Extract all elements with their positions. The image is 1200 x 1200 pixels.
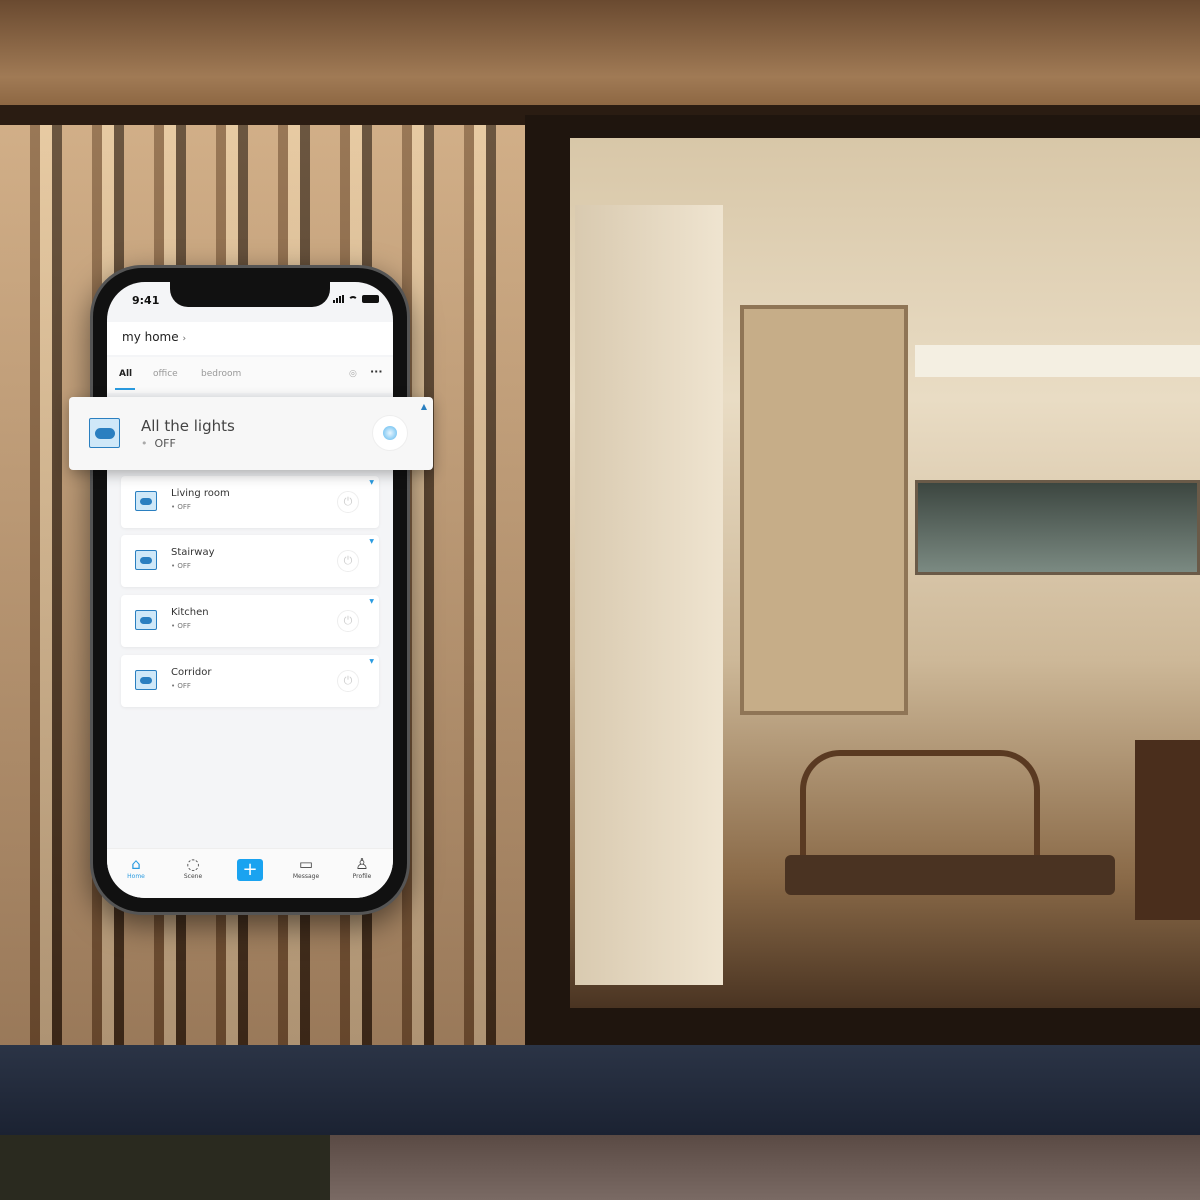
group-status-text: OFF	[154, 437, 176, 450]
power-button[interactable]	[372, 415, 408, 451]
add-device-button[interactable]: +	[237, 859, 263, 881]
power-button[interactable]: ⏻	[337, 670, 359, 692]
group-name: All the lights	[141, 417, 235, 435]
wifi-signal-icon: ▼	[369, 479, 374, 486]
more-icon[interactable]: ···	[370, 365, 383, 378]
interior-window	[915, 480, 1200, 575]
device-status: • OFF	[171, 682, 191, 690]
bench	[785, 855, 1115, 895]
grass	[0, 1135, 330, 1200]
ceiling-light	[915, 345, 1200, 377]
nav-profile[interactable]: ♙ Profile	[337, 855, 387, 880]
device-card-stairway[interactable]: ▼ Stairway • OFF ⏻	[121, 535, 379, 587]
bottom-nav: ⌂ Home ◌ Scene + ▭ Message ♙ Profile	[107, 848, 393, 898]
cabinet	[1135, 740, 1200, 920]
switch-icon	[135, 491, 157, 511]
switch-icon	[135, 670, 157, 690]
interior-wall	[575, 205, 723, 985]
device-status-text: OFF	[177, 622, 191, 630]
deck	[0, 1045, 1200, 1135]
painting	[740, 305, 908, 715]
home-icon: ⌂	[131, 855, 141, 873]
device-status-text: OFF	[177, 503, 191, 511]
ceiling	[0, 0, 1200, 110]
room-tabs: All office bedroom ◎ ···	[107, 357, 393, 393]
message-icon: ▭	[298, 855, 314, 873]
signal-icon	[333, 295, 344, 303]
signal-icon: ▲	[420, 402, 427, 411]
device-name: Living room	[171, 488, 230, 499]
device-status: • OFF	[171, 622, 191, 630]
home-title[interactable]: my home ›	[122, 330, 186, 344]
status-icons	[333, 295, 379, 303]
nav-label: Home	[127, 873, 145, 880]
all-lights-card[interactable]: ▲ All the lights • OFF	[69, 397, 433, 470]
device-name: Stairway	[171, 547, 215, 558]
nav-message[interactable]: ▭ Message	[281, 855, 331, 880]
group-status: • OFF	[141, 437, 176, 450]
tab-all[interactable]: All	[119, 369, 132, 379]
wifi-signal-icon: ▼	[369, 658, 374, 665]
chevron-right-icon: ›	[182, 334, 187, 344]
battery-icon	[362, 295, 379, 303]
status-time: 9:41	[132, 294, 160, 307]
device-name: Kitchen	[171, 607, 209, 618]
switch-icon	[135, 610, 157, 630]
device-status-text: OFF	[177, 682, 191, 690]
active-tab-indicator	[115, 388, 135, 390]
nav-home[interactable]: ⌂ Home	[111, 855, 161, 880]
device-status-text: OFF	[177, 562, 191, 570]
device-name: Corridor	[171, 667, 212, 678]
power-button[interactable]: ⏻	[337, 491, 359, 513]
switch-icon	[135, 550, 157, 570]
tab-bedroom[interactable]: bedroom	[201, 369, 241, 379]
eye-icon[interactable]: ◎	[349, 369, 357, 379]
power-button[interactable]: ⏻	[337, 610, 359, 632]
status-dot: •	[141, 437, 148, 450]
wifi-signal-icon: ▼	[369, 538, 374, 545]
nav-label: Message	[292, 873, 320, 880]
power-button[interactable]: ⏻	[337, 550, 359, 572]
nav-label: Profile	[352, 873, 372, 880]
home-name: my home	[122, 330, 179, 344]
device-status: • OFF	[171, 503, 191, 511]
wifi-signal-icon: ▼	[369, 598, 374, 605]
tab-office[interactable]: office	[153, 369, 178, 379]
notch	[170, 282, 330, 307]
device-card-corridor[interactable]: ▼ Corridor • OFF ⏻	[121, 655, 379, 707]
device-card-living-room[interactable]: ▼ Living room • OFF ⏻	[121, 476, 379, 528]
device-card-kitchen[interactable]: ▼ Kitchen • OFF ⏻	[121, 595, 379, 647]
profile-icon: ♙	[355, 855, 369, 873]
switch-icon	[89, 418, 120, 448]
scene-icon: ◌	[186, 855, 200, 873]
wifi-icon	[348, 295, 358, 303]
nav-scene[interactable]: ◌ Scene	[168, 855, 218, 880]
home-header[interactable]: my home ›	[107, 322, 393, 355]
chair	[800, 750, 1040, 860]
nav-label: Scene	[183, 873, 203, 880]
device-status: • OFF	[171, 562, 191, 570]
phone-screen: 9:41 my home › All office bedroom ◎ ··· …	[107, 282, 393, 898]
